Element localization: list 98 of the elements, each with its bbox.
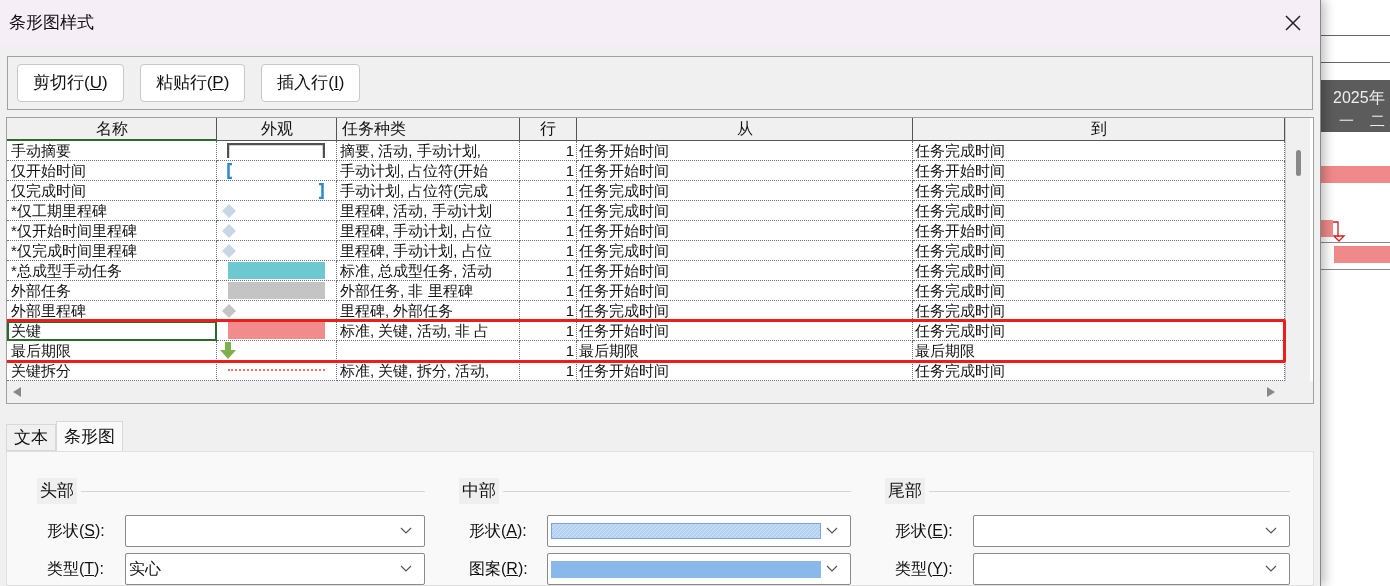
table-cell: 1 [520, 341, 577, 361]
table-cell: 任务完成时间 [913, 241, 1285, 261]
table-cell: 关键 [7, 321, 217, 341]
tab[interactable]: 文本 [6, 424, 56, 451]
group-title: 尾部 [885, 478, 925, 504]
horizontal-scrollbar[interactable] [7, 381, 1313, 403]
table-cell: 任务开始时间 [577, 141, 913, 161]
chevron-down-icon [826, 527, 838, 535]
table-cell: 任务完成时间 [577, 181, 913, 201]
table-cell: 任务完成时间 [913, 181, 1285, 201]
table-cell: 任务开始时间 [913, 221, 1285, 241]
table-cell: 最后期限 [577, 341, 913, 361]
chevron-down-icon [826, 565, 838, 573]
chevron-down-icon [400, 527, 412, 535]
field-label: 形状(S): [46, 521, 106, 541]
table-cell: 任务完成时间 [913, 281, 1285, 301]
dropdown[interactable]: 实心 [125, 553, 425, 585]
table-cell: 最后期限 [7, 341, 217, 361]
table-cell: 摘要, 活动, 手动计划, [337, 141, 520, 161]
chevron-down-icon [1265, 565, 1277, 573]
table-cell: 任务开始时间 [577, 221, 913, 241]
table-cell: *总成型手动任务 [7, 261, 217, 281]
group-title: 中部 [459, 478, 499, 504]
gantt-bar [1334, 246, 1390, 263]
field-label: 形状(A): [468, 521, 528, 541]
table-cell: 手动计划, 占位符(完成 [337, 181, 520, 201]
table-cell: 最后期限 [913, 341, 1285, 361]
table-cell: 任务开始时间 [577, 281, 913, 301]
dropdown[interactable] [547, 553, 851, 585]
toolbar-button[interactable]: 插入行(I) [261, 64, 361, 103]
table-cell: 任务完成时间 [913, 261, 1285, 281]
column-header[interactable]: 从 [577, 118, 913, 141]
dropdown[interactable] [973, 553, 1290, 585]
scroll-right-icon[interactable] [1267, 387, 1275, 397]
table-cell: 1 [520, 221, 577, 241]
dropdown[interactable] [125, 515, 425, 547]
table-cell: 任务完成时间 [577, 301, 913, 321]
table-cell: 标准, 总成型任务, 活动 [337, 261, 520, 281]
table-cell: 1 [520, 181, 577, 201]
chevron-down-icon [400, 565, 412, 573]
column-header[interactable]: 任务种类 [337, 118, 520, 141]
table-cell: 任务开始时间 [577, 161, 913, 181]
dropdown[interactable] [547, 515, 851, 547]
toolbar-button[interactable]: 剪切行(U) [17, 64, 124, 103]
table-cell: 1 [520, 301, 577, 321]
table-cell: 任务开始时间 [577, 261, 913, 281]
table-cell: 1 [520, 241, 577, 261]
field-label: 形状(E): [894, 521, 954, 541]
table-cell: *仅完成时间里程碑 [7, 241, 217, 261]
timeline-day: 一 [1339, 110, 1354, 133]
table-cell: 1 [520, 201, 577, 221]
group-title: 头部 [37, 478, 77, 504]
column-header[interactable]: 行 [520, 118, 577, 141]
gantt-bar [1321, 220, 1333, 237]
field-label: 类型(T): [46, 559, 105, 579]
table-cell: 外部里程碑 [7, 301, 217, 321]
window-title: 条形图样式 [9, 12, 94, 35]
table-cell: 手动摘要 [7, 141, 217, 161]
vertical-scrollbar[interactable] [1285, 118, 1310, 381]
dropdown[interactable] [973, 515, 1290, 547]
gantt-bar [1321, 166, 1390, 183]
table-cell: 1 [520, 141, 577, 161]
toolbar-button[interactable]: 粘贴行(P) [139, 64, 246, 103]
table-cell: 1 [520, 261, 577, 281]
tab[interactable]: 条形图 [56, 421, 123, 451]
table-cell: 手动计划, 占位符(开始 [337, 161, 520, 181]
table-cell: *仅开始时间里程碑 [7, 221, 217, 241]
timeline-day: 二 [1370, 110, 1385, 133]
table-cell: 外部任务, 非 里程碑 [337, 281, 520, 301]
column-header[interactable]: 外观 [217, 118, 337, 141]
table-cell: 任务完成时间 [913, 321, 1285, 341]
column-header[interactable]: 名称 [7, 118, 217, 141]
table-cell: 任务开始时间 [913, 161, 1285, 181]
link-arrow-icon [1333, 220, 1347, 242]
table-cell: *仅工期里程碑 [7, 201, 217, 221]
field-label: 类型(Y): [894, 559, 954, 579]
table-cell: 1 [520, 161, 577, 181]
table-cell: 任务完成时间 [913, 201, 1285, 221]
chevron-down-icon [1265, 527, 1277, 535]
table-cell: 里程碑, 手动计划, 占位 [337, 221, 520, 241]
scroll-left-icon[interactable] [13, 387, 21, 397]
timeline-year: 2025年 [1333, 88, 1386, 108]
table-cell: 任务完成时间 [577, 201, 913, 221]
table-cell: 任务完成时间 [913, 141, 1285, 161]
table-cell: 里程碑, 活动, 手动计划 [337, 201, 520, 221]
table-cell: 1 [520, 321, 577, 341]
table-cell: 任务完成时间 [577, 241, 913, 261]
table-cell: 任务开始时间 [577, 321, 913, 341]
table-cell: 外部任务 [7, 281, 217, 301]
scroll-thumb[interactable] [1295, 150, 1301, 176]
table-cell: 里程碑, 外部任务 [337, 301, 520, 321]
table-cell: 仅开始时间 [7, 161, 217, 181]
column-header[interactable]: 到 [913, 118, 1285, 141]
table-cell: 里程碑, 手动计划, 占位 [337, 241, 520, 261]
table-cell: 仅完成时间 [7, 181, 217, 201]
table-cell: 标准, 关键, 活动, 非 占 [337, 321, 520, 341]
table-cell: 1 [520, 281, 577, 301]
field-label: 图案(R): [468, 559, 529, 579]
